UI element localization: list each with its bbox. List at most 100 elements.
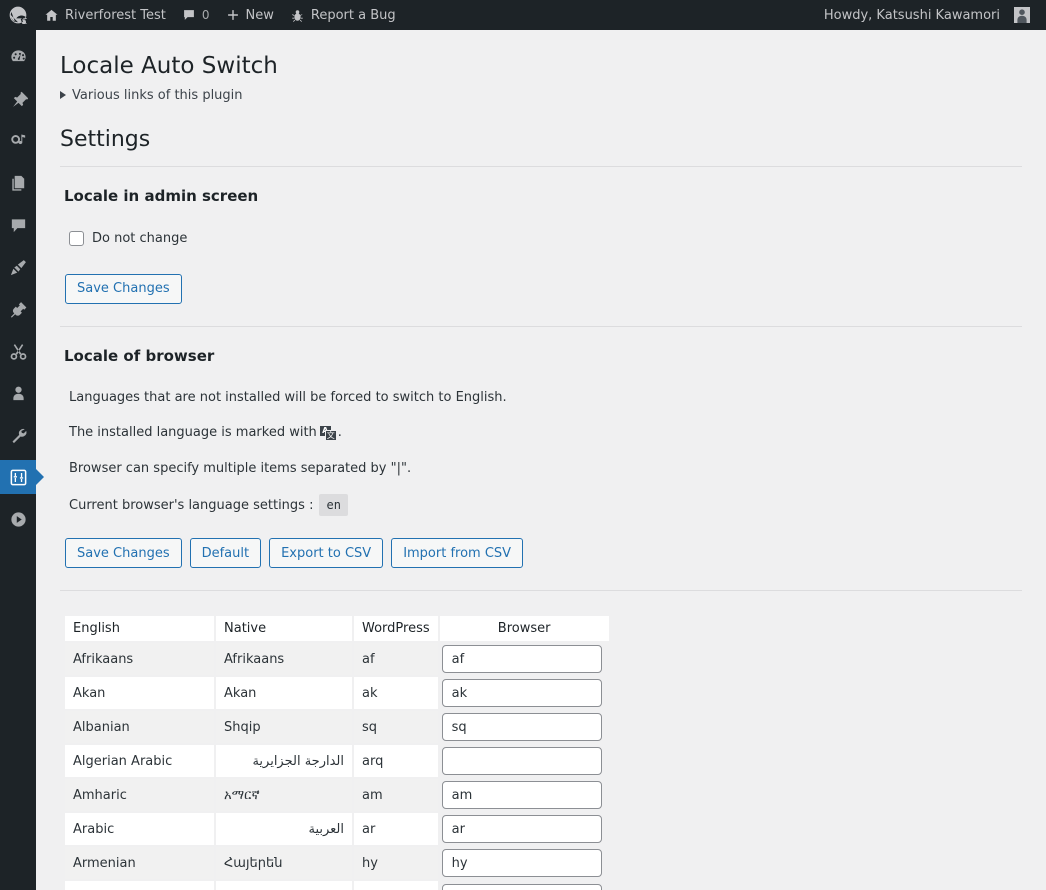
browser-locale-input[interactable] (441, 781, 602, 810)
cell-native: Հայերեն (215, 845, 354, 881)
do-not-change-label: Do not change (92, 230, 188, 246)
appearance-brush-icon (9, 258, 28, 277)
save-changes-browser-button[interactable]: Save Changes (65, 538, 182, 569)
browser-note-line1: Languages that are not installed will be… (69, 389, 507, 405)
users-icon (9, 384, 28, 403)
cell-english: Akan (65, 675, 216, 711)
browser-note-line2-text: The installed language is marked with (69, 425, 317, 441)
admin-sidebar (0, 30, 44, 890)
locales-table: English Native WordPress Browser Afrikaa… (65, 616, 609, 890)
table-row: Arabic العربية ar (65, 811, 609, 847)
sidebar-item-users[interactable] (0, 376, 36, 410)
cell-english: Albanian (65, 709, 216, 745)
comment-bubble-icon (182, 8, 196, 22)
cell-native: Akan (215, 675, 354, 711)
cell-native: Shqip (215, 709, 354, 745)
pages-icon (9, 174, 28, 193)
cell-native: Afrikaans (215, 641, 354, 677)
browser-note-line2-period: . (337, 425, 342, 441)
cell-english: Armenian (65, 845, 216, 881)
sidebar-item-pages[interactable] (0, 166, 36, 200)
site-name-menu[interactable]: Riverforest Test (36, 0, 174, 30)
browser-locale-input[interactable] (441, 645, 602, 674)
cell-wordpress: am (353, 777, 440, 813)
divider-settings (60, 165, 1022, 167)
wordpress-logo-button[interactable] (0, 0, 36, 30)
sidebar-item-media[interactable] (0, 124, 36, 158)
cell-native: አማርኛ (215, 777, 354, 813)
cell-wordpress: hy (353, 845, 440, 881)
comments-count: 0 (201, 8, 210, 22)
sidebar-item-dashboard[interactable] (0, 40, 36, 74)
default-button[interactable]: Default (189, 538, 262, 569)
cell-wordpress: sq (353, 709, 440, 745)
cell-wordpress: rup_MK (353, 879, 440, 890)
browser-actions-row: Save Changes Default Export to CSV Impor… (65, 538, 1022, 569)
admin-bar: Riverforest Test 0 New Report a Bug Howd… (0, 0, 1046, 30)
cell-browser (438, 641, 609, 677)
sidebar-item-comments[interactable] (0, 208, 36, 242)
table-row: AromanianArmãneashcerup_MK (65, 879, 609, 890)
sliders-settings-icon (9, 468, 28, 487)
cell-browser (438, 709, 609, 745)
save-changes-admin-button[interactable]: Save Changes (65, 273, 182, 304)
sidebar-item-plugins[interactable] (0, 292, 36, 326)
browser-locale-heading: Locale of browser (64, 346, 215, 365)
browser-locale-input[interactable] (441, 713, 602, 742)
comments-menu[interactable]: 0 (174, 0, 218, 30)
browser-note-line3: Browser can specify multiple items separ… (69, 460, 412, 476)
cell-wordpress: af (353, 641, 440, 677)
new-content-label: New (245, 7, 274, 23)
scissors-icon (9, 342, 28, 361)
cell-english: Algerian Arabic (65, 743, 216, 779)
sidebar-item-tools[interactable] (0, 418, 36, 452)
current-language-label: Current browser's language settings : (69, 497, 314, 513)
howdy-label: Howdy, Katsushi Kawamori (823, 7, 1000, 23)
do-not-change-checkbox-row[interactable]: Do not change (69, 230, 1022, 246)
bug-icon (290, 8, 305, 23)
media-icon (9, 132, 28, 151)
main-content: Locale Auto Switch Various links of this… (36, 30, 1046, 890)
table-row: Albanian Shqip sq (65, 709, 609, 745)
my-account-menu[interactable]: Howdy, Katsushi Kawamori (816, 0, 1038, 30)
translate-icon: A 文 (319, 425, 337, 441)
plus-icon (226, 8, 240, 22)
browser-locale-input[interactable] (441, 849, 602, 878)
report-bug-label: Report a Bug (310, 7, 396, 23)
sidebar-item-appearance[interactable] (0, 250, 36, 284)
cell-wordpress: arq (353, 743, 440, 779)
new-content-menu[interactable]: New (218, 0, 282, 30)
cell-english: Afrikaans (65, 641, 216, 677)
browser-locale-input[interactable] (441, 815, 602, 844)
wrench-tools-icon (9, 426, 28, 445)
cell-browser (438, 743, 609, 779)
export-csv-button[interactable]: Export to CSV (269, 538, 384, 569)
cell-english: Arabic (65, 811, 216, 847)
comments-icon (9, 216, 28, 235)
page-title: Locale Auto Switch (60, 53, 278, 79)
cell-wordpress: ar (353, 811, 440, 847)
cell-native: العربية (215, 811, 354, 847)
browser-locale-input[interactable] (441, 747, 602, 776)
table-row: Algerian Arabic الدارجة الجزايرية arq (65, 743, 609, 779)
cell-browser (438, 777, 609, 813)
column-header-native: Native (215, 616, 354, 643)
sidebar-item-media-player[interactable] (0, 502, 36, 536)
import-csv-button[interactable]: Import from CSV (391, 538, 524, 569)
cell-wordpress: ak (353, 675, 440, 711)
admin-locale-heading: Locale in admin screen (64, 186, 259, 205)
do-not-change-checkbox[interactable] (69, 230, 84, 246)
avatar (1014, 7, 1030, 23)
table-row: Afrikaans Afrikaans af (65, 641, 609, 677)
column-header-english: English (65, 616, 216, 643)
report-bug-menu[interactable]: Report a Bug (282, 0, 404, 30)
sidebar-item-locale-auto-switch[interactable] (0, 460, 44, 494)
sidebar-item-posts[interactable] (0, 82, 36, 116)
browser-locale-input[interactable] (441, 679, 602, 708)
various-links-disclosure[interactable]: Various links of this plugin (60, 88, 1022, 103)
column-header-browser: Browser (438, 616, 609, 643)
browser-locale-input[interactable] (441, 883, 602, 890)
sidebar-item-tools-cut[interactable] (0, 334, 36, 368)
cell-native: الدارجة الجزايرية (215, 743, 354, 779)
table-row: Armenian Հայերեն hy (65, 845, 609, 881)
